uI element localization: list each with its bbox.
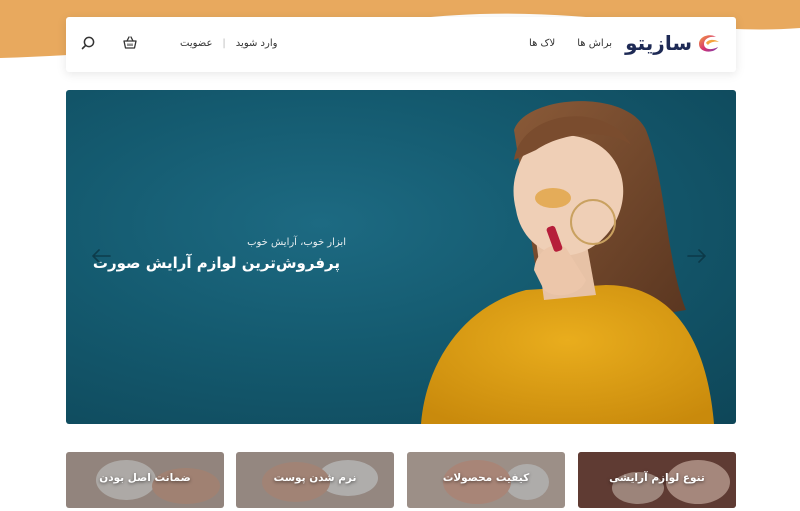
login-link[interactable]: وارد شوید	[236, 38, 278, 49]
hero-slider: ابزار خوب، آرایش خوب پرفروش‌ترین لوازم آ…	[66, 90, 736, 424]
feature-label: تنوع لوازم آرایشی	[609, 472, 705, 484]
feature-tiles: تنوع لوازم آرایشی کیفیت محصولات نرم شدن …	[66, 452, 736, 508]
feature-label: کیفیت محصولات	[442, 472, 530, 484]
header-tools: وارد شوید | عضویت	[80, 35, 277, 51]
main-nav: براش ها لاک ها	[529, 38, 612, 49]
brand-logo[interactable]: سازیتو	[625, 30, 722, 56]
feature-tile-soft-skin[interactable]: نرم شدن پوست	[236, 452, 394, 508]
hero-subtitle: ابزار خوب، آرایش خوب	[247, 237, 346, 248]
separator: |	[222, 37, 226, 49]
basket-icon[interactable]	[122, 35, 138, 51]
feature-tile-authenticity[interactable]: ضمانت اصل بودن	[66, 452, 224, 508]
register-link[interactable]: عضویت	[180, 38, 212, 49]
feature-tile-quality[interactable]: کیفیت محصولات	[407, 452, 565, 508]
brand-name: سازیتو	[625, 31, 692, 55]
feature-tile-variety[interactable]: تنوع لوازم آرایشی	[578, 452, 736, 508]
nav-item-nail-polish[interactable]: لاک ها	[529, 38, 555, 49]
nav-item-brushes[interactable]: براش ها	[577, 38, 612, 49]
site-header: سازیتو براش ها لاک ها وارد شوید | عضویت	[66, 17, 736, 72]
arrow-right-icon[interactable]	[686, 248, 708, 264]
logo-mark-icon	[699, 35, 719, 52]
feature-label: ضمانت اصل بودن	[99, 472, 191, 484]
search-icon[interactable]	[80, 35, 96, 51]
hero-title: پرفروش‌ترین لوازم آرایش صورت	[92, 254, 340, 272]
arrow-left-icon[interactable]	[90, 248, 112, 264]
feature-label: نرم شدن پوست	[273, 472, 357, 484]
